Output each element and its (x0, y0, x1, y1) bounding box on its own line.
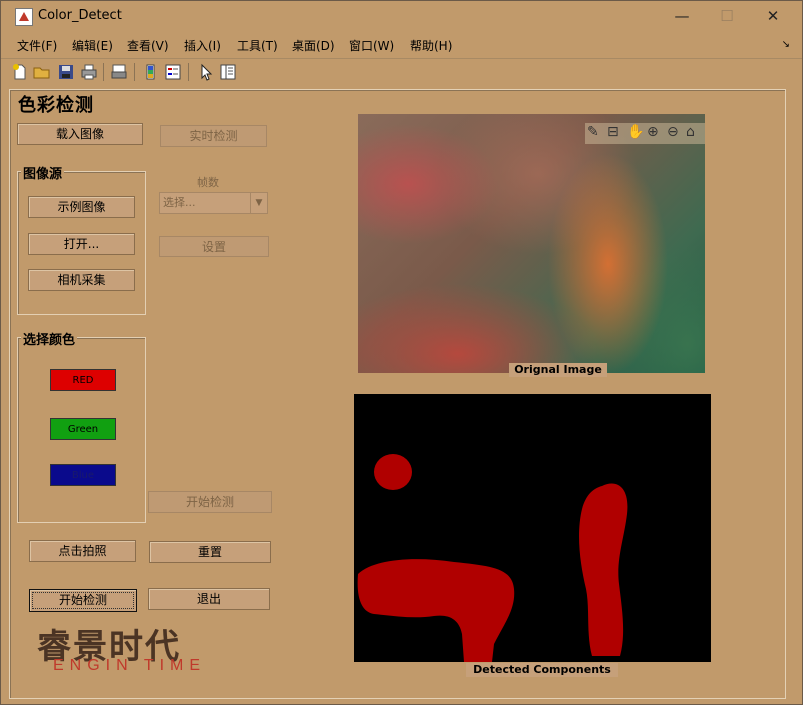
menu-bar: 文件(F) 编辑(E) 查看(V) 插入(I) 工具(T) 桌面(D) 窗口(W… (1, 34, 802, 56)
menu-edit[interactable]: 编辑(E) (72, 37, 113, 54)
property-editor-icon[interactable] (219, 63, 237, 81)
matlab-icon (15, 8, 33, 26)
close-button[interactable]: ✕ (750, 5, 796, 27)
save-icon[interactable] (57, 63, 75, 81)
reset-button[interactable]: 重置 (149, 541, 271, 563)
maximize-button[interactable]: ☐ (704, 5, 750, 27)
print-preview-icon[interactable] (110, 63, 128, 81)
open-folder-icon[interactable] (33, 63, 51, 81)
settings-button[interactable]: 设置 (159, 236, 269, 257)
menu-tools[interactable]: 工具(T) (237, 37, 278, 54)
realtime-detect-button[interactable]: 实时检测 (160, 125, 267, 147)
menu-insert[interactable]: 插入(I) (184, 37, 221, 54)
logo-english: ENGIN TIME (53, 657, 207, 674)
colorbar-icon[interactable] (142, 63, 160, 81)
menu-window[interactable]: 窗口(W) (349, 37, 394, 54)
brush-icon[interactable]: ✎ (587, 124, 599, 140)
app-window: Color_Detect — ☐ ✕ 文件(F) 编辑(E) 查看(V) 插入(… (0, 0, 803, 705)
detected-blob (357, 559, 515, 662)
open-button[interactable]: 打开... (28, 233, 135, 255)
load-image-button[interactable]: 载入图像 (17, 123, 143, 145)
pan-hand-icon[interactable]: ✋ (627, 124, 644, 140)
original-image (358, 114, 705, 373)
menu-file[interactable]: 文件(F) (17, 37, 57, 54)
zoom-in-icon[interactable]: ⊕ (647, 124, 659, 140)
camera-capture-button[interactable]: 相机采集 (28, 269, 135, 291)
print-icon[interactable] (80, 63, 98, 81)
frames-label: 帧数 (197, 176, 219, 189)
menu-help[interactable]: 帮助(H) (410, 37, 452, 54)
image-source-title: 图像源 (21, 163, 65, 182)
toolbar-separator (103, 63, 104, 81)
menu-dock-arrow-icon[interactable]: ↘ (782, 39, 790, 50)
legend-icon[interactable] (164, 63, 182, 81)
minimize-button[interactable]: — (659, 5, 705, 27)
window-title: Color_Detect (38, 8, 122, 23)
figure-toolbar (1, 59, 802, 85)
detected-mask (357, 454, 628, 662)
frames-select[interactable]: 选择... ▼ (159, 192, 268, 214)
axes-toolbar: ✎ ⊟ ✋ ⊕ ⊖ ⌂ (585, 123, 705, 144)
toolbar-separator (134, 63, 135, 81)
detected-image (354, 394, 711, 662)
start-detect-disabled-button[interactable]: 开始检测 (148, 491, 272, 513)
new-file-icon[interactable] (11, 63, 29, 81)
original-image-caption: Orignal Image (509, 363, 607, 377)
menu-desktop[interactable]: 桌面(D) (292, 37, 335, 54)
page-title: 色彩检测 (15, 91, 97, 117)
pointer-icon[interactable] (197, 63, 215, 81)
take-photo-button[interactable]: 点击拍照 (29, 540, 136, 562)
chevron-down-icon: ▼ (250, 193, 267, 213)
green-button[interactable]: Green (50, 418, 116, 440)
toolbar-separator (188, 63, 189, 81)
start-detect-button[interactable]: 开始检测 (29, 589, 137, 612)
detected-blob (374, 454, 412, 490)
detected-image-caption: Detected Components (466, 663, 618, 677)
menu-view[interactable]: 查看(V) (127, 37, 169, 54)
blue-button[interactable]: Blue (50, 464, 116, 486)
zoom-out-icon[interactable]: ⊖ (667, 124, 679, 140)
datatip-icon[interactable]: ⊟ (607, 124, 619, 140)
exit-button[interactable]: 退出 (148, 588, 270, 610)
home-icon[interactable]: ⌂ (686, 124, 695, 140)
red-button[interactable]: RED (50, 369, 116, 391)
detected-blob (579, 483, 628, 656)
select-color-title: 选择颜色 (21, 329, 78, 348)
frames-select-value: 选择... (163, 196, 196, 209)
sample-image-button[interactable]: 示例图像 (28, 196, 135, 218)
title-bar: Color_Detect — ☐ ✕ (1, 1, 802, 32)
